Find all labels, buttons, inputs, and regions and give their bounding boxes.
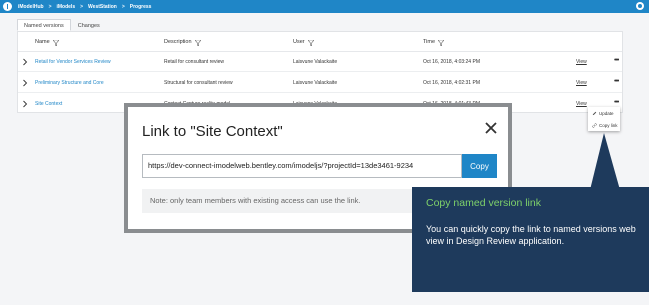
menu-item-label: Copy link	[599, 122, 618, 128]
row-context-menu: Update Copy link	[588, 107, 620, 131]
version-time: Oct 16, 2018, 4:03:24 PM	[423, 59, 480, 65]
column-header-label: Time	[423, 39, 436, 45]
more-options-icon[interactable]: •••	[614, 57, 619, 64]
close-icon[interactable]	[484, 121, 498, 135]
version-name-link[interactable]: Retail for Vendor Services Review	[35, 59, 111, 65]
link-url-field[interactable]: https://dev-connect-imodelweb.bentley.co…	[142, 154, 462, 178]
breadcrumb-separator: >	[121, 3, 125, 10]
settings-icon[interactable]	[636, 2, 644, 10]
breadcrumb-item-imodelhub[interactable]: iModelHub	[18, 4, 44, 10]
menu-item-label: Update	[599, 110, 614, 116]
more-options-icon[interactable]: •••	[614, 78, 619, 85]
chevron-right-icon[interactable]	[22, 58, 28, 66]
breadcrumb-item-weststation[interactable]: WestStation	[88, 4, 117, 10]
version-user: Laisvune Valackaite	[293, 59, 338, 65]
version-description: Retail for consultant review	[164, 59, 225, 65]
callout-body: You can quickly copy the link to named v…	[426, 224, 636, 246]
tab-named-versions[interactable]: Named versions	[17, 19, 71, 31]
pencil-icon	[592, 111, 597, 115]
version-user: Laisvune Valackaite	[293, 80, 338, 86]
version-description: Structural for consultant review	[164, 80, 233, 86]
callout-title: Copy named version link	[426, 197, 541, 209]
table-header: Name Description User Time	[18, 32, 622, 52]
breadcrumb: iModelHub > iModels > WestStation > Prog…	[18, 4, 151, 10]
link-icon	[592, 122, 597, 128]
view-link[interactable]: View	[576, 59, 587, 65]
tip-callout: Copy named version link You can quickly …	[412, 187, 649, 292]
column-header-user[interactable]: User	[293, 39, 315, 47]
column-header-name[interactable]: Name	[35, 39, 60, 47]
menu-item-copy-link[interactable]: Copy link	[588, 119, 620, 131]
version-time: Oct 16, 2018, 4:02:31 PM	[423, 80, 480, 86]
breadcrumb-separator: >	[48, 3, 52, 10]
filter-icon[interactable]	[437, 39, 445, 47]
tab-changes[interactable]: Changes	[71, 19, 107, 31]
chevron-right-icon[interactable]	[22, 79, 28, 87]
breadcrumb-item-imodels[interactable]: iModels	[56, 4, 75, 10]
view-link[interactable]: View	[576, 101, 587, 107]
column-header-label: Description	[164, 39, 192, 45]
filter-icon[interactable]	[307, 39, 315, 47]
filter-icon[interactable]	[52, 39, 60, 47]
table-row[interactable]: Preliminary Structure and Core Structura…	[18, 73, 622, 93]
view-link[interactable]: View	[576, 80, 587, 86]
named-versions-table: Name Description User Time Retail for Ve…	[17, 31, 623, 113]
version-name-link[interactable]: Site Context	[35, 101, 62, 107]
copy-button[interactable]: Copy	[462, 154, 497, 178]
url-row: https://dev-connect-imodelweb.bentley.co…	[142, 154, 498, 178]
column-header-time[interactable]: Time	[423, 39, 445, 47]
breadcrumb-item-progress[interactable]: Progress	[130, 4, 152, 10]
column-header-description[interactable]: Description	[164, 39, 202, 47]
chevron-right-icon[interactable]	[22, 100, 28, 108]
tab-bar: Named versions Changes	[17, 19, 107, 31]
dialog-title: Link to "Site Context"	[142, 123, 283, 140]
column-header-label: User	[293, 39, 305, 45]
top-bar: iModelHub > iModels > WestStation > Prog…	[0, 0, 649, 13]
breadcrumb-separator: >	[80, 3, 84, 10]
column-header-label: Name	[35, 39, 50, 45]
table-row[interactable]: Retail for Vendor Services Review Retail…	[18, 52, 622, 72]
filter-icon[interactable]	[193, 39, 202, 47]
menu-item-update[interactable]: Update	[588, 107, 620, 119]
more-options-icon[interactable]: •••	[614, 99, 619, 106]
version-name-link[interactable]: Preliminary Structure and Core	[35, 80, 104, 86]
info-icon[interactable]	[3, 2, 12, 11]
